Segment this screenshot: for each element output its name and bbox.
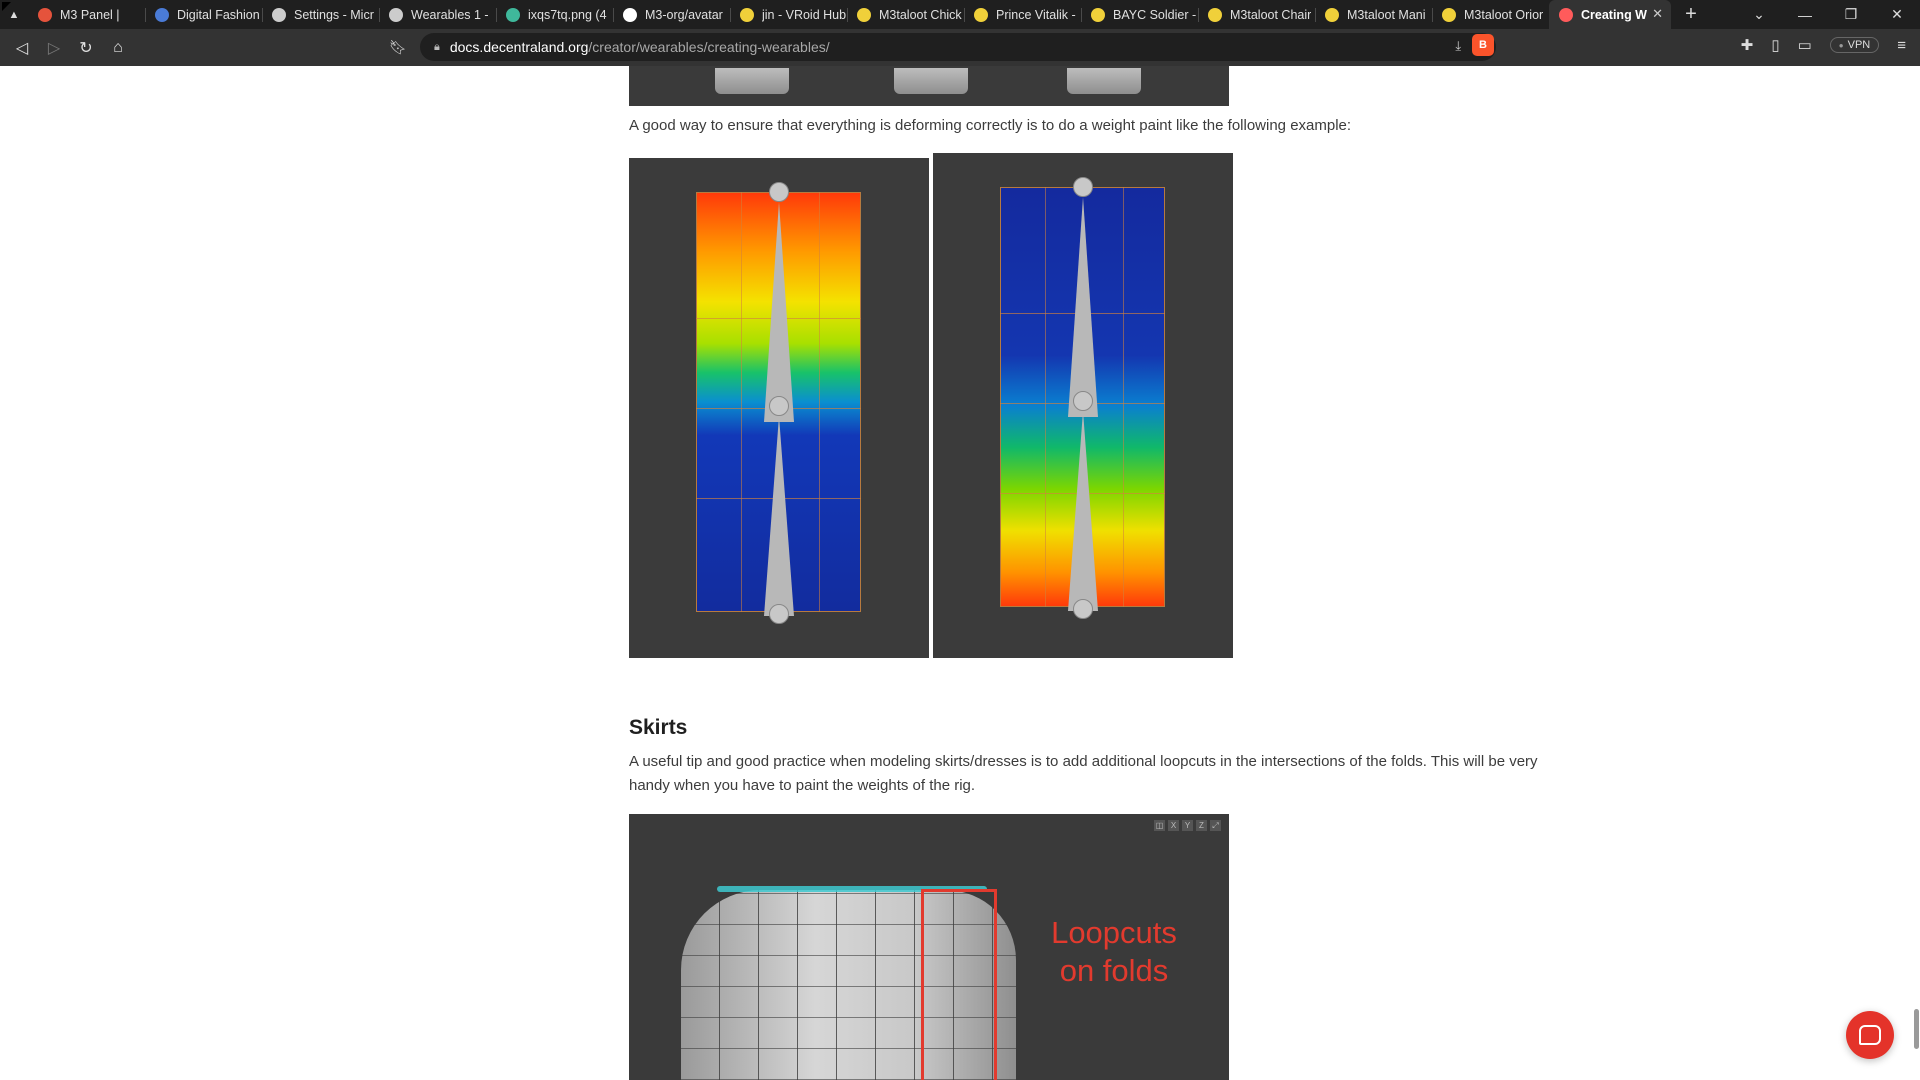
browser-tab[interactable]: Prince Vitalik - (964, 0, 1081, 29)
browser-tab[interactable]: Digital Fashion (145, 0, 262, 29)
close-window-button[interactable]: ✕ (1874, 0, 1920, 29)
tab-title: BAYC Soldier - (1113, 7, 1197, 22)
skirts-paragraph: A useful tip and good practice when mode… (629, 753, 1538, 794)
browser-tab[interactable]: Creating W ✕ (1549, 0, 1671, 29)
image-icon (506, 7, 520, 22)
menu-icon[interactable]: ≡ (1897, 37, 1906, 54)
url-path: /creator/wearables/creating-wearables/ (588, 39, 830, 55)
docs-icon (155, 7, 169, 22)
tab-title: M3taloot Chick (879, 7, 962, 22)
weight-paint-figure-upper (629, 158, 929, 658)
tab-title: Digital Fashion (177, 7, 260, 22)
wallet-icon[interactable]: ▭ (1798, 36, 1812, 54)
page-icon (389, 7, 403, 22)
toolbar-right: ✚ ▯ ▭ VPN ≡ (1741, 36, 1906, 55)
tab-title: M3 Panel | (60, 7, 120, 22)
sidebar-icon[interactable]: ▯ (1771, 36, 1779, 54)
page-content: A good way to ensure that everything is … (0, 66, 1920, 1080)
browser-tab[interactable]: M3 Panel | (28, 0, 145, 29)
restore-button[interactable]: ❐ (1828, 0, 1874, 29)
loopcut-highlight (921, 889, 997, 1080)
record-icon (38, 7, 52, 22)
home-button[interactable]: ⌂ (102, 34, 134, 62)
weight-paint-figure-lower (933, 153, 1233, 658)
tab-title: M3-org/avatar (645, 7, 723, 22)
previous-figure-bottom (629, 66, 1229, 106)
decentraland-icon (1559, 7, 1573, 22)
vroid-icon (740, 7, 754, 22)
install-app-icon[interactable]: ⤓ (1455, 38, 1461, 54)
browser-tab[interactable]: M3taloot Orior (1432, 0, 1549, 29)
vroid-icon (1208, 7, 1222, 22)
reload-button[interactable]: ↻ (70, 34, 102, 62)
browser-chrome: ▲ M3 Panel | Digital Fashion Settings - M… (0, 0, 1920, 66)
tab-title: Prince Vitalik - (996, 7, 1076, 22)
vpn-button[interactable]: VPN (1829, 37, 1880, 53)
extensions-icon[interactable]: ✚ (1741, 36, 1754, 54)
url-host: docs.decentraland.org (449, 39, 589, 55)
browser-tab[interactable]: M3taloot Chair (1198, 0, 1315, 29)
browser-tab[interactable]: M3taloot Chick (847, 0, 964, 29)
close-tab-icon[interactable]: ✕ (1652, 6, 1663, 22)
tab-title: jin - VRoid Hub (762, 7, 847, 22)
vroid-icon (857, 7, 871, 22)
browser-tab[interactable]: Wearables 1 - (379, 0, 496, 29)
tab-title: ixqs7tq.png (4 (528, 7, 607, 22)
browser-tab[interactable]: M3taloot Mani (1315, 0, 1432, 29)
weight-paint-intro: A good way to ensure that everything is … (629, 117, 1352, 134)
brave-shields-icon[interactable]: B (1472, 34, 1494, 56)
minimize-button[interactable]: — (1782, 0, 1828, 29)
tab-title: M3taloot Orior (1464, 7, 1544, 22)
tab-list-chevron-icon[interactable]: ⌄ (1736, 0, 1782, 29)
vroid-icon (1442, 7, 1456, 22)
tab-bar: ▲ M3 Panel | Digital Fashion Settings - M… (0, 0, 1920, 29)
new-tab-button[interactable]: + (1671, 0, 1711, 29)
forward-button[interactable]: ▷ (38, 34, 70, 62)
tab-title: Wearables 1 - (411, 7, 489, 22)
back-button[interactable]: ◁ (6, 34, 38, 62)
tab-title: M3taloot Chair (1230, 7, 1312, 22)
address-bar[interactable]: 🔒︎ docs.decentraland.org/creator/wearabl… (420, 33, 1496, 61)
skirts-heading: Skirts (629, 716, 688, 739)
mouse-cursor (2, 2, 11, 11)
vroid-icon (974, 7, 988, 22)
gear-icon (272, 7, 286, 22)
chat-support-button[interactable] (1846, 1011, 1894, 1059)
bookmark-icon[interactable]: 🔖︎ (388, 36, 408, 58)
tab-title: Settings - Micr (294, 7, 374, 22)
chat-icon (1859, 1025, 1881, 1045)
browser-tab[interactable]: jin - VRoid Hub (730, 0, 847, 29)
window-controls: ⌄ — ❐ ✕ (1736, 0, 1920, 29)
vroid-icon (1325, 7, 1339, 22)
scrollbar-thumb[interactable] (1914, 1009, 1919, 1049)
browser-tab[interactable]: M3-org/avatar (613, 0, 730, 29)
vroid-icon (1091, 7, 1105, 22)
tab-strip: M3 Panel | Digital Fashion Settings - Mic… (28, 0, 1671, 29)
github-icon (623, 7, 637, 22)
browser-tab[interactable]: ixqs7tq.png (4 (496, 0, 613, 29)
loopcuts-annotation: Loopcuts on folds (1051, 915, 1177, 988)
skirt-loopcuts-figure: ◫ X Y Z ⤢ Loopcuts on folds (629, 814, 1229, 1080)
browser-tab[interactable]: Settings - Micr (262, 0, 379, 29)
viewport-axis-icons: ◫ X Y Z ⤢ (1154, 820, 1221, 831)
toolbar: ◁ ▷ ↻ ⌂ 🔖︎ 🔒︎ docs.decentraland.org/crea… (0, 29, 1920, 66)
lock-icon: 🔒︎ (434, 40, 440, 53)
browser-tab[interactable]: BAYC Soldier - (1081, 0, 1198, 29)
tab-title: M3taloot Mani (1347, 7, 1426, 22)
tab-title: Creating W (1581, 7, 1647, 22)
